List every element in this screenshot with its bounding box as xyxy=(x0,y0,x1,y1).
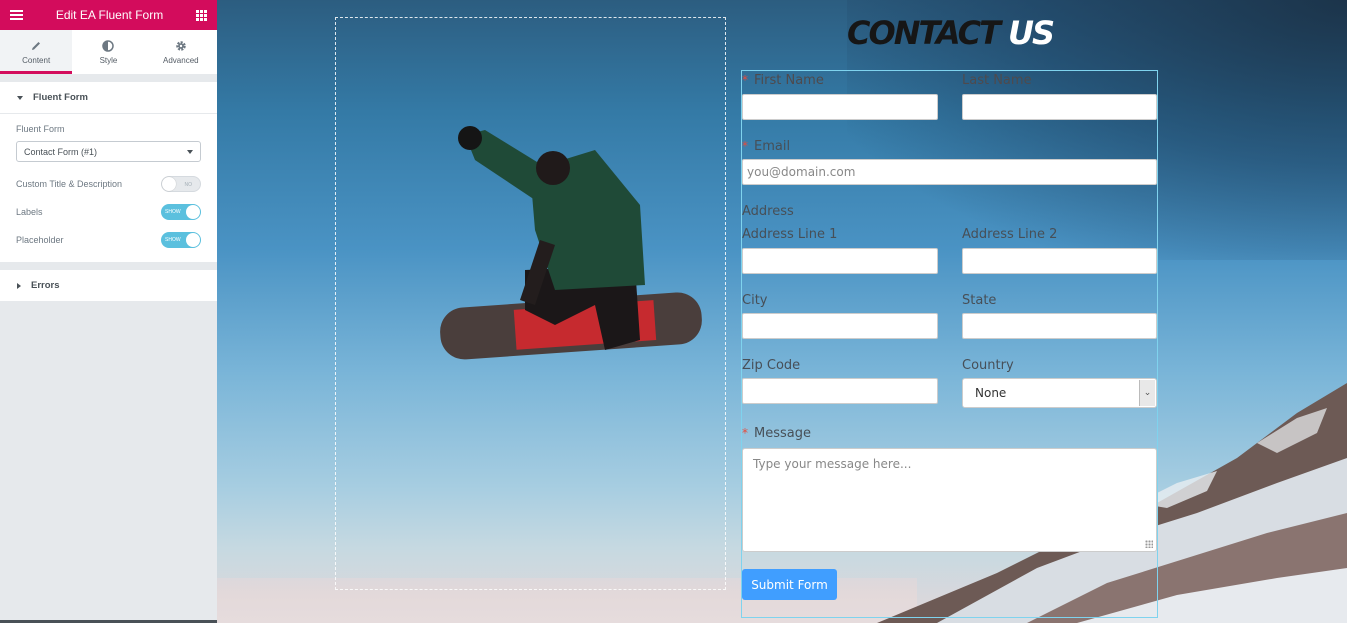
city-input[interactable] xyxy=(742,313,938,339)
first-name-label-text: First Name xyxy=(754,73,824,88)
first-name-input[interactable] xyxy=(742,94,938,120)
tab-advanced-label: Advanced xyxy=(163,56,199,65)
snowboarder-image xyxy=(440,126,702,360)
tab-style[interactable]: Style xyxy=(72,30,144,74)
chevron-down-icon xyxy=(187,149,193,154)
last-name-input[interactable] xyxy=(962,94,1157,120)
zip-code-input[interactable] xyxy=(742,378,938,404)
address-line2-label: Address Line 2 xyxy=(962,227,1058,242)
placeholder-toggle-text: SHOW xyxy=(165,237,181,243)
panel-tabs: Content Style Advanced xyxy=(0,30,217,74)
labels-label: Labels xyxy=(16,207,43,217)
required-mark: * xyxy=(742,73,748,87)
required-mark: * xyxy=(742,139,748,153)
custom-title-label: Custom Title & Description xyxy=(16,179,123,189)
editor-sidebar: Edit EA Fluent Form Content Style Advanc… xyxy=(0,0,217,623)
gear-icon xyxy=(175,39,187,53)
custom-title-row: Custom Title & Description NO xyxy=(16,170,201,198)
tab-advanced[interactable]: Advanced xyxy=(145,30,217,74)
address-line1-input[interactable] xyxy=(742,248,938,274)
tab-content-label: Content xyxy=(22,56,51,65)
city-label: City xyxy=(742,293,768,308)
email-label-text: Email xyxy=(754,139,791,154)
labels-toggle[interactable]: SHOW xyxy=(161,204,201,220)
pencil-icon xyxy=(30,39,42,53)
placeholder-row: Placeholder SHOW xyxy=(16,226,201,254)
section-fluent-form-toggle[interactable]: Fluent Form xyxy=(0,82,217,114)
tab-content[interactable]: Content xyxy=(0,30,73,74)
zip-code-label: Zip Code xyxy=(742,358,801,373)
caret-down-icon xyxy=(17,95,23,100)
resize-handle-icon[interactable] xyxy=(1145,540,1153,548)
message-label: * Message xyxy=(742,426,811,441)
section-errors-toggle[interactable]: Errors xyxy=(0,270,217,302)
address-label: Address xyxy=(742,204,794,219)
placeholder-label: Placeholder xyxy=(16,235,64,245)
state-input[interactable] xyxy=(962,313,1157,339)
address-line2-input[interactable] xyxy=(962,248,1157,274)
chevron-down-icon: ⌄ xyxy=(1139,380,1155,406)
heading-part-2: US xyxy=(1008,14,1055,52)
message-textarea[interactable]: Type your message here... xyxy=(742,448,1157,552)
hamburger-icon[interactable] xyxy=(10,10,23,20)
address-line1-label: Address Line 1 xyxy=(742,227,838,242)
preview-canvas: CONTACT US * First Name Last Name * Email … xyxy=(217,0,1347,623)
email-placeholder: you@domain.com xyxy=(747,165,856,179)
fluent-form-select-value: Contact Form (#1) xyxy=(24,146,98,157)
fluent-form-select-label: Fluent Form xyxy=(16,124,65,134)
country-select-value: None xyxy=(975,386,1007,400)
contact-us-heading: CONTACT US xyxy=(847,14,1055,52)
first-name-label: * First Name xyxy=(742,73,824,88)
placeholder-toggle[interactable]: SHOW xyxy=(161,232,201,248)
email-label: * Email xyxy=(742,139,790,154)
custom-title-toggle-text: NO xyxy=(184,182,193,188)
labels-row: Labels SHOW xyxy=(16,198,201,226)
caret-right-icon xyxy=(17,282,21,289)
fluent-form-controls: Fluent Form Contact Form (#1) Custom Tit… xyxy=(0,114,217,262)
email-input[interactable]: you@domain.com xyxy=(742,159,1157,185)
message-placeholder: Type your message here... xyxy=(753,457,912,471)
country-label: Country xyxy=(962,358,1014,373)
tab-style-label: Style xyxy=(99,56,118,65)
last-name-label: Last Name xyxy=(962,73,1032,88)
heading-part-1: CONTACT xyxy=(847,14,1001,52)
sidebar-title: Edit EA Fluent Form xyxy=(55,8,164,22)
required-mark: * xyxy=(742,426,748,440)
custom-title-toggle[interactable]: NO xyxy=(161,176,201,192)
section-fluent-form-title: Fluent Form xyxy=(33,92,88,103)
state-label: State xyxy=(962,293,997,308)
half-circle-icon xyxy=(102,39,115,53)
sidebar-header: Edit EA Fluent Form xyxy=(0,0,217,30)
labels-toggle-text: SHOW xyxy=(165,209,181,215)
section-errors-title: Errors xyxy=(31,280,60,291)
country-select[interactable]: None ⌄ xyxy=(962,378,1157,408)
grid-icon[interactable] xyxy=(196,9,207,21)
message-label-text: Message xyxy=(754,426,811,441)
submit-form-button[interactable]: Submit Form xyxy=(742,569,837,600)
fluent-form-select[interactable]: Contact Form (#1) xyxy=(16,141,201,162)
